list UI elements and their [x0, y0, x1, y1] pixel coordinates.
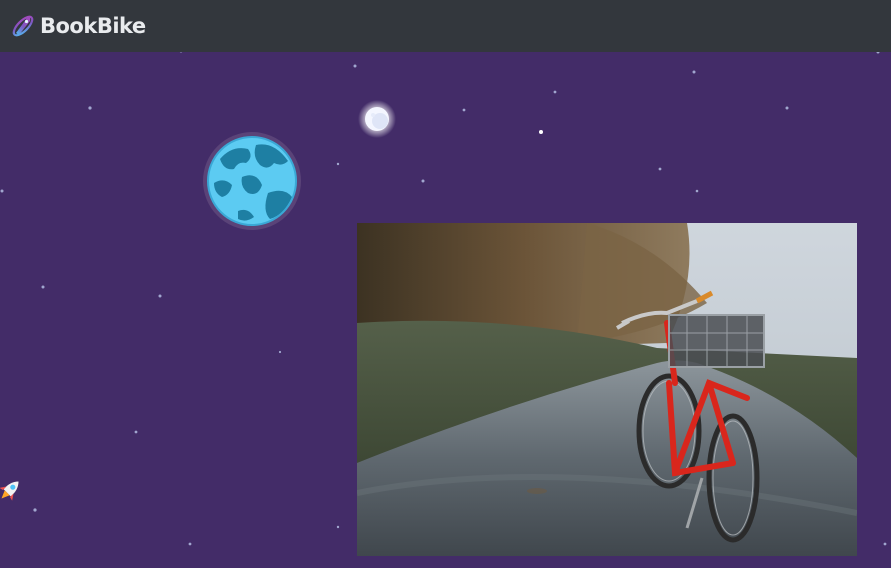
full-moon-icon [358, 100, 396, 138]
rocket-orbit-logo-icon [12, 15, 34, 37]
brand-home-link[interactable]: BookBike [9, 12, 146, 40]
brand-name: BookBike [40, 14, 146, 38]
top-header: BookBike [0, 0, 891, 52]
earth-planet-icon [203, 132, 301, 230]
rocket-icon [0, 481, 19, 501]
red-bicycle-photo [357, 223, 857, 556]
page: BookBike [0, 0, 891, 568]
